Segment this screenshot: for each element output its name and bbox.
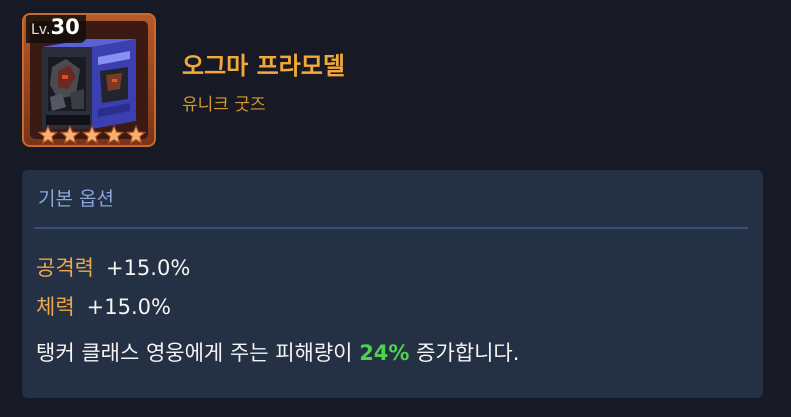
level-badge: Lv.30	[26, 15, 86, 43]
stat-label: 공격력	[36, 256, 94, 280]
stat-label: 체력	[36, 295, 75, 319]
star-icon	[38, 125, 58, 145]
options-divider	[34, 227, 748, 229]
stat-value: +15.0%	[86, 295, 171, 319]
effect-suffix: 증가합니다.	[409, 341, 520, 365]
item-name: 오그마 프라모델	[182, 52, 345, 80]
star-icon	[82, 125, 102, 145]
level-number: 30	[50, 15, 80, 39]
stat-value: +15.0%	[105, 256, 191, 280]
star-rating	[38, 125, 146, 145]
options-header: 기본 옵션	[38, 188, 114, 210]
star-icon	[104, 125, 124, 145]
effect-value: 24%	[359, 341, 410, 365]
effect-description: 탱커 클래스 영웅에게 주는 피해량이 24% 증가합니다.	[36, 337, 519, 367]
model-box-icon	[42, 39, 136, 129]
effect-prefix: 탱커 클래스 영웅에게 주는 피해량이	[36, 341, 360, 365]
star-icon	[126, 125, 146, 145]
stat-line-health: 체력 +15.0%	[36, 291, 171, 321]
level-prefix: Lv.	[31, 22, 51, 38]
stat-line-attack: 공격력 +15.0%	[36, 252, 190, 282]
item-tooltip: Lv.30 오그마 프라모델 유니크 굿즈 기본 옵션 공격력 +15.0% 체력…	[0, 0, 791, 417]
star-icon	[60, 125, 80, 145]
item-icon-frame[interactable]: Lv.30	[22, 13, 156, 147]
item-type: 유니크 굿즈	[182, 95, 266, 115]
basic-options-panel: 기본 옵션 공격력 +15.0% 체력 +15.0% 탱커 클래스 영웅에게 주는 …	[22, 170, 763, 398]
